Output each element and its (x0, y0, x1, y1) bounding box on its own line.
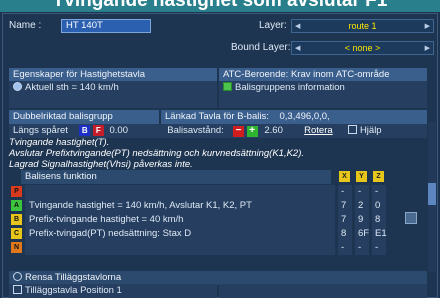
balisgrupp-info-option[interactable]: Balisgruppens information (219, 81, 427, 95)
decrease-button[interactable]: − (233, 126, 245, 137)
langs-row: Längs spåret B F 0.00 Balisavstånd: − + … (9, 124, 427, 138)
rotera-link[interactable]: Rotera (304, 125, 333, 136)
row-label: Tvingande hastighet = 140 km/h, Avslutar… (25, 199, 335, 213)
col-y-header: Y (356, 171, 367, 182)
atc-header: ATC-Beroende: Krav inom ATC-område (219, 68, 427, 82)
balisgrupp-info-checkbox[interactable] (223, 82, 232, 91)
lankad-label: Länkad Tavla för B-balis: (165, 111, 269, 122)
name-input[interactable]: HT 140T (61, 19, 151, 33)
rensa-option[interactable]: Rensa Tilläggstavlorna (9, 271, 427, 285)
row-z: 0 (372, 199, 386, 213)
increase-button[interactable]: + (246, 126, 258, 137)
row-y: 9 (355, 213, 369, 227)
aktuell-label: Aktuell sth = 140 km/h (25, 82, 119, 93)
avstand-value: 2.60 (264, 125, 283, 136)
row-x: 7 (338, 199, 352, 213)
hjalp-label: Hjälp (359, 125, 382, 136)
row-tag-b[interactable]: B (11, 214, 22, 225)
properties-panel: Name : HT 140T Layer: ◀ route 1 ▶ Bound … (2, 13, 438, 298)
balisgrupp-info-label: Balisgruppens information (235, 82, 345, 93)
bound-layer-select[interactable]: ◀ < none > ▶ (291, 41, 434, 55)
title-banner: Tvingande hastighet som avslutar F1 (0, 0, 440, 12)
tillagg-label: Tilläggstavla Position 1 (25, 285, 122, 296)
lankad-value: 0,3,496,0,0, (279, 111, 330, 122)
row-z: - (372, 241, 386, 255)
layer-value: route 1 (348, 21, 377, 31)
row-y: 2 (355, 199, 369, 213)
bound-layer-label: Bound Layer: (231, 42, 291, 53)
langs-label: Längs spåret (13, 125, 68, 136)
row-tag-c[interactable]: C (11, 228, 22, 239)
col-x-header: X (339, 171, 350, 182)
note-line-2: Avslutar Prefixtvingande(PT) nedsättning… (9, 148, 305, 159)
row-y: - (355, 185, 369, 199)
info-spacer (219, 94, 427, 108)
row-label: Prefix-tvingad(PT) nedsättning: Stax D (25, 227, 335, 241)
row-z: 8 (372, 213, 386, 227)
dubbelriktad-header: Dubbelriktad balisgrupp (9, 110, 159, 124)
row-tag-p[interactable]: P (11, 186, 22, 197)
footer-spacer (9, 257, 427, 271)
layer-next-icon[interactable]: ▶ (425, 22, 430, 30)
row-y: - (355, 241, 369, 255)
row-label (25, 241, 335, 255)
note-line-1: Tvingande hastighet(T). (9, 137, 110, 148)
row-x: 7 (338, 213, 352, 227)
layer-select[interactable]: ◀ route 1 ▶ (291, 19, 434, 33)
layer-prev-icon[interactable]: ◀ (295, 22, 300, 30)
bound-layer-next-icon[interactable]: ▶ (425, 44, 430, 52)
lankad-header: Länkad Tavla för B-balis: 0,3,496,0,0, (161, 110, 427, 124)
f-button[interactable]: F (92, 125, 104, 136)
edit-icon[interactable] (405, 212, 417, 224)
hjalp-checkbox[interactable] (347, 125, 357, 134)
balis-funktion-header: Balisens funktion (21, 170, 331, 184)
name-label: Name : (9, 20, 42, 31)
tillagg-option[interactable]: Tilläggstavla Position 1 (9, 284, 217, 298)
tillagg-spacer (219, 284, 427, 298)
row-label (25, 185, 335, 199)
langs-value: 0.00 (109, 125, 129, 136)
banner-title: Tvingande hastighet som avslutar F1 (52, 0, 388, 11)
aktuell-sth-option[interactable]: Aktuell sth = 140 km/h (9, 81, 217, 95)
aktuell-radio[interactable] (13, 82, 22, 91)
rensa-radio[interactable] (13, 272, 22, 281)
row-x: - (338, 241, 352, 255)
row-z: - (372, 185, 386, 199)
row-x: 8 (338, 227, 352, 241)
bound-layer-prev-icon[interactable]: ◀ (295, 44, 300, 52)
layer-label: Layer: (259, 20, 287, 31)
b-button[interactable]: B (79, 125, 91, 136)
tillagg-checkbox[interactable] (13, 285, 22, 294)
bound-layer-value: < none > (344, 43, 381, 53)
note-line-3: Lagrad Signalhastighet(Vhsi) påverkas in… (9, 159, 193, 170)
row-z: E1 (372, 227, 387, 241)
avstand-label: Balisavstånd: (167, 125, 224, 136)
rensa-label: Rensa Tilläggstavlorna (25, 272, 122, 283)
aktuell-spacer (9, 94, 217, 108)
egenskaper-header: Egenskaper för Hastighetstavla (9, 68, 217, 82)
scrollbar-thumb[interactable] (428, 183, 436, 205)
row-tag-n[interactable]: N (11, 242, 22, 253)
row-y: 6F (355, 227, 369, 241)
col-z-header: Z (373, 171, 384, 182)
row-x: - (338, 185, 352, 199)
row-tag-a[interactable]: A (11, 200, 22, 211)
row-label: Prefix-tvingande hastighet = 40 km/h (25, 213, 335, 227)
